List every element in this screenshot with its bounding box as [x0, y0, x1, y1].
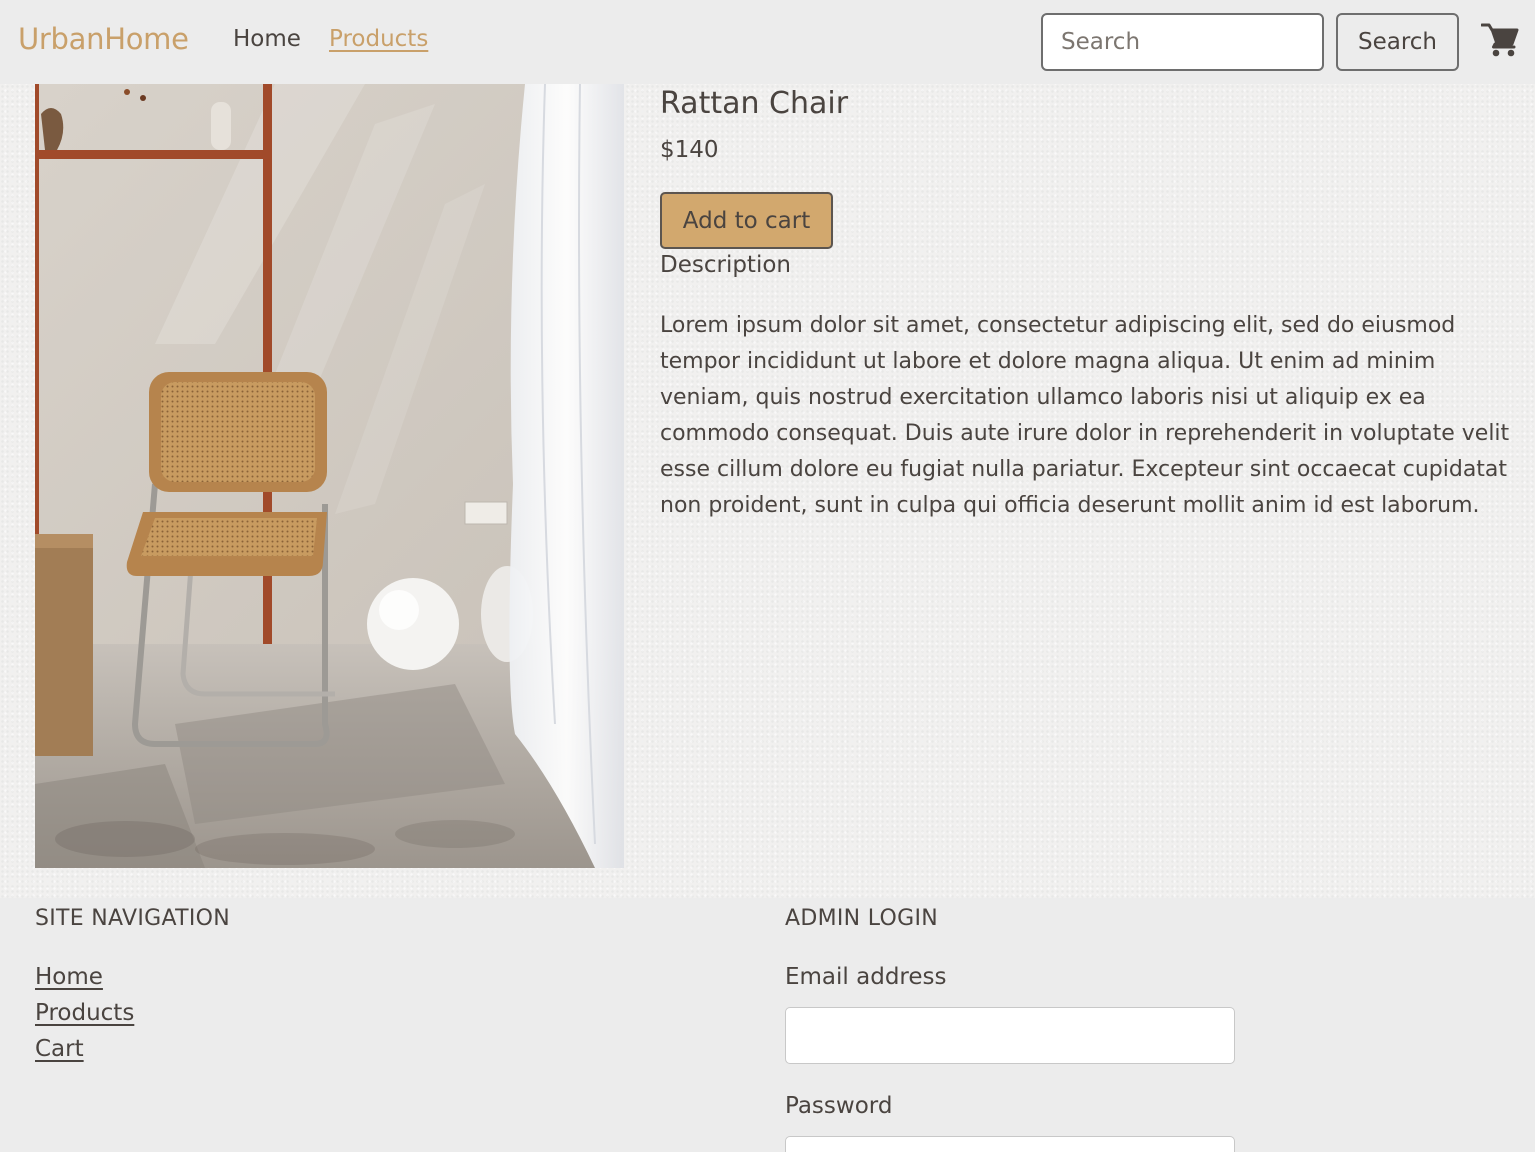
rattan-chair-photo: [35, 84, 624, 868]
password-label: Password: [785, 1093, 893, 1119]
site-footer: SITE NAVIGATION Home Products Cart ADMIN…: [0, 898, 1535, 1152]
nav-link-products[interactable]: Products: [329, 26, 428, 52]
product-description: Lorem ipsum dolor sit amet, consectetur …: [660, 313, 1510, 518]
footer-link-cart[interactable]: Cart: [35, 1036, 84, 1062]
footer-link-home[interactable]: Home: [35, 964, 103, 990]
shopping-cart-icon[interactable]: [1481, 22, 1519, 58]
product-price: $140: [660, 137, 719, 163]
footer-link-products[interactable]: Products: [35, 1000, 134, 1026]
password-field[interactable]: [785, 1136, 1235, 1152]
search-button[interactable]: Search: [1336, 13, 1459, 71]
email-field[interactable]: [785, 1007, 1235, 1064]
product-image: [35, 84, 624, 868]
email-label: Email address: [785, 964, 947, 990]
nav-link-home[interactable]: Home: [233, 26, 301, 52]
add-to-cart-button[interactable]: Add to cart: [660, 192, 833, 249]
site-navigation-heading: SITE NAVIGATION: [35, 906, 231, 931]
top-navbar: UrbanHome Home Products Search: [0, 0, 1535, 84]
search-input[interactable]: [1041, 13, 1324, 71]
admin-login-heading: ADMIN LOGIN: [785, 906, 938, 931]
product-title: Rattan Chair: [660, 86, 849, 121]
description-heading: Description: [660, 252, 791, 278]
brand-logo[interactable]: UrbanHome: [18, 22, 189, 56]
product-detail: Rattan Chair $140 Add to cart Descriptio…: [0, 84, 1535, 898]
